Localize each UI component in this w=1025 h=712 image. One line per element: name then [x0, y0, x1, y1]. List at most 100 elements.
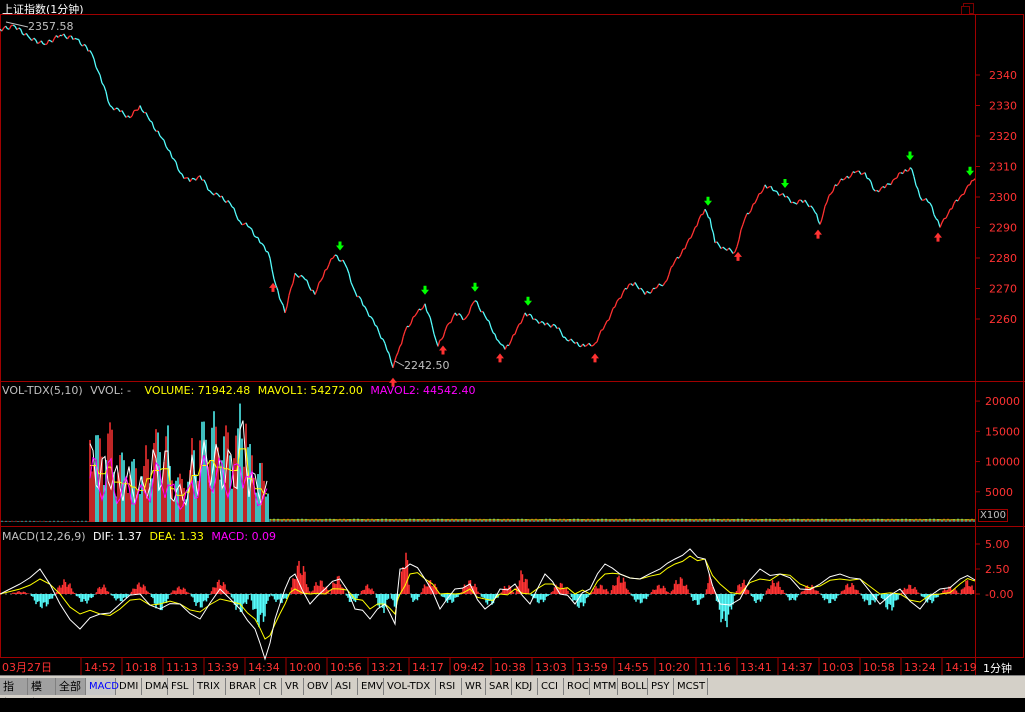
- tab-mtm[interactable]: MTM: [590, 678, 618, 695]
- price-segment: [881, 187, 883, 189]
- buy-arrow-icon: [439, 346, 447, 355]
- price-segment: [831, 191, 833, 194]
- tab-psy[interactable]: PSY: [648, 678, 674, 695]
- tab-fsl[interactable]: FSL: [168, 678, 194, 695]
- tab-dma[interactable]: DMA: [142, 678, 168, 695]
- price-segment: [228, 201, 230, 204]
- tab-emv[interactable]: EMV: [358, 678, 384, 695]
- price-segment: [252, 229, 254, 235]
- time-tick-label: 03月27日: [2, 661, 52, 674]
- price-segment: [98, 71, 100, 75]
- price-segment: [361, 299, 363, 305]
- tab-mcst[interactable]: MCST: [674, 678, 708, 695]
- price-segment: [938, 221, 940, 228]
- tab-macd[interactable]: MACD: [86, 678, 116, 695]
- price-segment: [132, 111, 134, 116]
- price-segment: [725, 249, 727, 251]
- tab-指标[interactable]: 指标: [0, 678, 28, 695]
- price-segment: [973, 179, 975, 181]
- price-segment: [517, 324, 519, 328]
- price-segment: [160, 136, 162, 138]
- tab-roc[interactable]: ROC: [564, 678, 590, 695]
- price-segment: [465, 316, 467, 319]
- price-segment: [822, 214, 824, 220]
- price-segment: [49, 40, 51, 41]
- price-segment: [934, 215, 936, 219]
- time-tick-label: 10:03: [822, 661, 854, 674]
- price-segment: [236, 215, 238, 220]
- price-segment: [807, 203, 809, 206]
- price-segment: [250, 228, 252, 230]
- tab-asi[interactable]: ASI: [332, 678, 358, 695]
- price-segment: [396, 353, 398, 357]
- price-segment: [385, 343, 387, 350]
- tab-全部[interactable]: 全部: [56, 678, 86, 695]
- time-tick-label: 10:18: [125, 661, 157, 674]
- price-segment: [689, 238, 691, 239]
- price-segment: [371, 317, 373, 320]
- price-segment: [966, 185, 968, 189]
- price-segment: [210, 191, 212, 193]
- price-segment: [793, 202, 795, 203]
- price-segment: [365, 307, 367, 311]
- tab-obv[interactable]: OBV: [304, 678, 332, 695]
- tab-sar[interactable]: SAR: [486, 678, 512, 695]
- price-segment: [343, 260, 345, 264]
- tab-wr[interactable]: WR: [462, 678, 486, 695]
- price-segment: [571, 339, 573, 342]
- price-segment: [697, 219, 699, 226]
- tab-cr[interactable]: CR: [260, 678, 282, 695]
- price-segment: [182, 174, 184, 178]
- price-segment: [463, 319, 465, 320]
- price-segment: [258, 238, 260, 243]
- price-segment: [295, 273, 297, 275]
- price-segment: [230, 203, 232, 207]
- tab-cci[interactable]: CCI: [538, 678, 564, 695]
- price-segment: [13, 25, 15, 26]
- price-segment: [315, 290, 317, 295]
- tab-kdj[interactable]: KDJ: [512, 678, 538, 695]
- tab-trix[interactable]: TRIX: [194, 678, 226, 695]
- price-segment: [879, 188, 881, 192]
- tab-rsi[interactable]: RSI: [436, 678, 462, 695]
- price-segment: [767, 187, 769, 188]
- price-segment: [447, 323, 449, 326]
- price-segment: [502, 345, 504, 346]
- price-segment: [623, 289, 625, 293]
- price-segment: [373, 320, 375, 326]
- tab-boll[interactable]: BOLL: [618, 678, 648, 695]
- price-segment: [268, 252, 270, 258]
- price-tick-label: 2290: [989, 222, 1017, 235]
- price-segment: [58, 35, 60, 37]
- price-segment: [100, 75, 102, 83]
- price-segment: [597, 336, 599, 342]
- price-segment: [487, 320, 489, 321]
- price-segment: [427, 311, 429, 314]
- tab-vol-tdx[interactable]: VOL-TDX: [384, 678, 436, 695]
- price-segment: [539, 322, 541, 324]
- price-segment: [86, 46, 88, 51]
- price-segment: [204, 180, 206, 184]
- tab-模板[interactable]: 模板: [28, 678, 56, 695]
- price-segment: [307, 280, 309, 286]
- price-segment: [222, 196, 224, 200]
- price-segment: [36, 40, 38, 44]
- price-segment: [461, 315, 463, 319]
- price-segment: [671, 265, 673, 267]
- price-segment: [885, 184, 887, 188]
- price-segment: [178, 169, 180, 172]
- price-segment: [206, 184, 208, 190]
- tab-brar[interactable]: BRAR: [226, 678, 260, 695]
- tab-vr[interactable]: VR: [282, 678, 304, 695]
- price-segment: [130, 116, 132, 118]
- period-label[interactable]: 1分钟: [983, 660, 1012, 676]
- price-segment: [114, 108, 116, 110]
- price-segment: [611, 308, 613, 314]
- price-segment: [196, 177, 198, 180]
- sell-arrow-icon: [336, 242, 344, 251]
- tab-dmi[interactable]: DMI: [116, 678, 142, 695]
- chart-canvas[interactable]: 226022702280229023002310232023302340 500…: [0, 0, 1025, 675]
- price-segment: [347, 268, 349, 273]
- price-segment: [403, 331, 405, 336]
- price-segment: [274, 279, 276, 285]
